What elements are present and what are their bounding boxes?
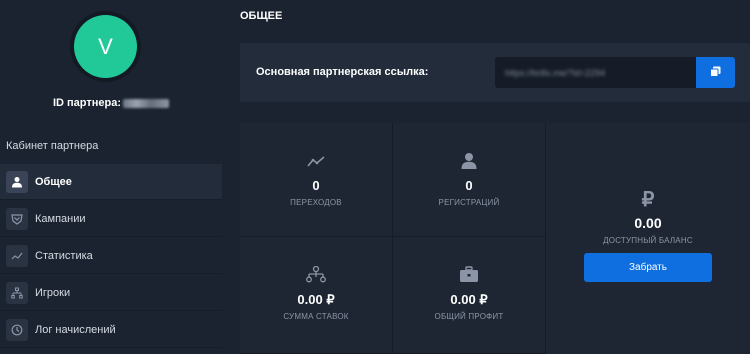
stat-registrations: 0 РЕГИСТРАЦИЙ bbox=[393, 123, 546, 237]
stat-bets-sum-value: 0.00 ₽ bbox=[297, 292, 335, 307]
stat-registrations-label: РЕГИСТРАЦИЙ bbox=[438, 198, 500, 207]
referral-link-value: https://brillx.me/?id=2294 bbox=[505, 67, 606, 78]
copy-icon bbox=[710, 64, 721, 82]
stat-balance-value: 0.00 bbox=[634, 215, 662, 231]
clock-icon bbox=[6, 318, 28, 341]
ruble-icon: ₽ bbox=[641, 189, 655, 211]
sidebar-item-campaigns[interactable]: Кампании bbox=[0, 201, 222, 237]
sidebar-item-label: Лог начислений bbox=[35, 323, 116, 336]
network-icon bbox=[240, 266, 392, 283]
referral-link-label: Основная партнерская ссылка: bbox=[256, 66, 429, 78]
referral-link-field[interactable]: https://brillx.me/?id=2294 bbox=[495, 57, 696, 88]
sidebar-item-label: Статистика bbox=[35, 249, 93, 262]
copy-link-button[interactable] bbox=[696, 57, 735, 88]
sidebar-item-accruals-log[interactable]: Лог начислений bbox=[0, 312, 222, 348]
stats-grid: 0 ПЕРЕХОДОВ 0 РЕГИСТРАЦИЙ 0.00 ₽ СУММА С… bbox=[240, 123, 750, 354]
stat-total-profit-label: ОБЩИЙ ПРОФИТ bbox=[434, 312, 504, 321]
page-title: ОБЩЕЕ bbox=[240, 10, 283, 22]
stat-transitions: 0 ПЕРЕХОДОВ bbox=[240, 123, 393, 237]
stat-bets-sum: 0.00 ₽ СУММА СТАВОК bbox=[240, 237, 393, 354]
stat-balance: ₽ 0.00 ДОСТУПНЫЙ БАЛАНС Забрать bbox=[546, 123, 750, 354]
stat-transitions-label: ПЕРЕХОДОВ bbox=[290, 198, 342, 207]
cabinet-title: Кабинет партнера bbox=[6, 140, 99, 152]
sidebar-item-label: Кампании bbox=[35, 212, 86, 225]
players-icon bbox=[6, 281, 28, 304]
stat-transitions-value: 0 bbox=[312, 178, 320, 193]
chart-line-icon bbox=[6, 244, 28, 267]
sidebar-item-label: Игроки bbox=[35, 286, 71, 299]
partner-id: ID партнера: bbox=[0, 97, 222, 109]
partner-id-value-blurred bbox=[123, 98, 170, 108]
avatar-ring: V bbox=[70, 11, 141, 82]
stat-total-profit-value: 0.00 ₽ bbox=[450, 292, 488, 307]
sidebar-item-statistics[interactable]: Статистика bbox=[0, 238, 222, 274]
user-icon bbox=[393, 152, 545, 169]
briefcase-icon bbox=[393, 266, 545, 283]
trend-icon bbox=[240, 155, 392, 167]
withdraw-button[interactable]: Забрать bbox=[584, 253, 712, 282]
avatar[interactable]: V bbox=[74, 15, 137, 78]
stat-registrations-value: 0 bbox=[465, 178, 473, 193]
referral-link-panel: Основная партнерская ссылка: https://bri… bbox=[240, 43, 750, 102]
stat-balance-label: ДОСТУПНЫЙ БАЛАНС bbox=[603, 236, 693, 245]
campaign-icon bbox=[6, 207, 28, 230]
sidebar-item-general[interactable]: Общее bbox=[0, 164, 222, 200]
sidebar: V ID партнера: Кабинет партнера Общее Ка… bbox=[0, 0, 222, 354]
stat-bets-sum-label: СУММА СТАВОК bbox=[283, 312, 349, 321]
sidebar-item-players[interactable]: Игроки bbox=[0, 275, 222, 311]
sidebar-item-label: Общее bbox=[35, 175, 72, 188]
stat-total-profit: 0.00 ₽ ОБЩИЙ ПРОФИТ bbox=[393, 237, 546, 354]
user-icon bbox=[6, 170, 28, 193]
partner-id-label: ID партнера: bbox=[52, 97, 122, 109]
